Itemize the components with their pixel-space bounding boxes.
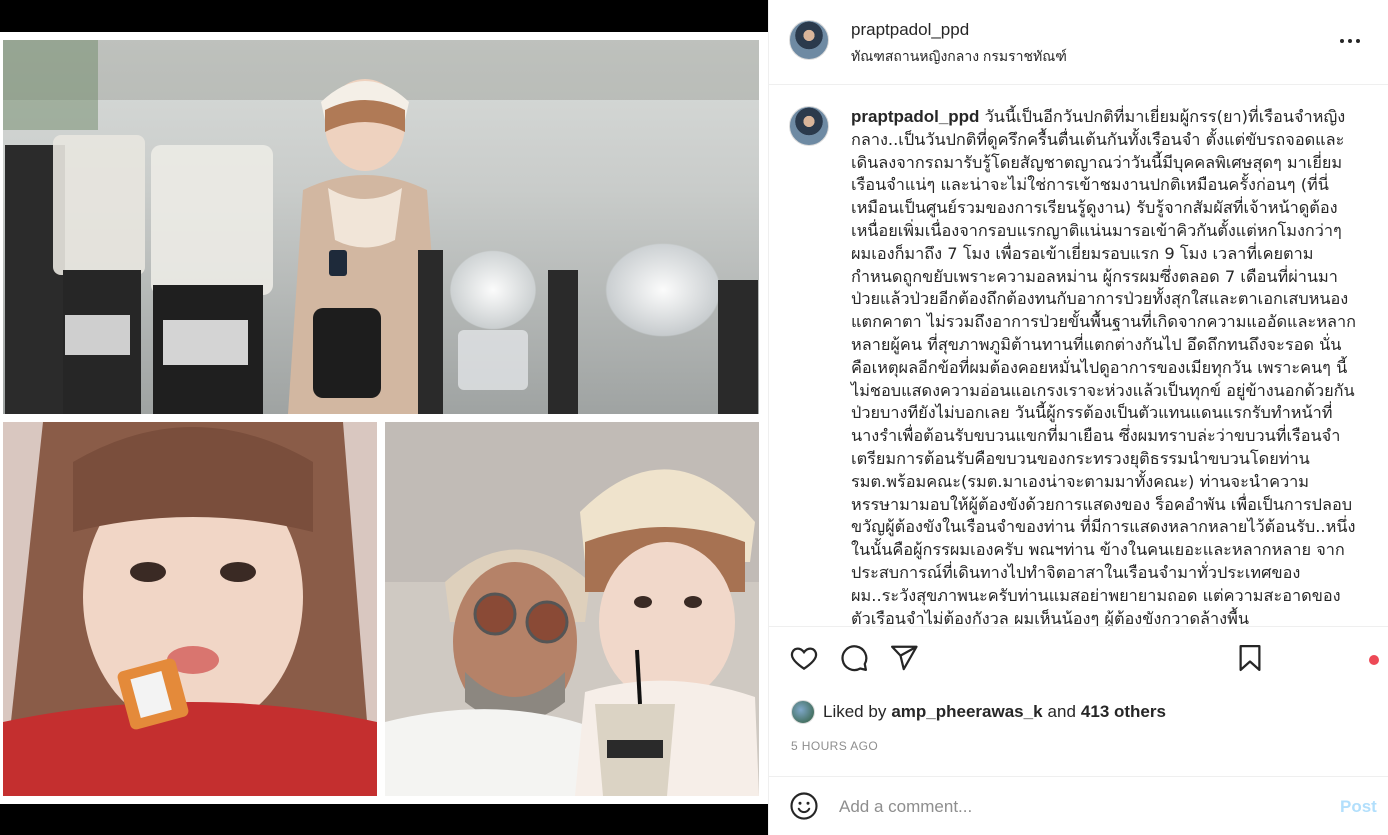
post-header: praptpadol_ppd ทัณฑสถานหญิงกลาง กรมราชทั… <box>769 0 1388 85</box>
selfie-illustration <box>3 422 377 796</box>
bookmark-icon <box>1239 645 1261 671</box>
like-button[interactable] <box>789 643 821 675</box>
caption-text: วันนี้เป็นอีกวันปกติที่มาเยี่ยมผู้กรร(ยา… <box>851 107 1356 626</box>
caption-username[interactable]: praptpadol_ppd <box>851 107 979 126</box>
heart-icon <box>790 647 818 670</box>
likes-summary[interactable]: Liked by amp_pheerawas_k and 413 others <box>791 699 1166 725</box>
cafe-photo <box>3 40 759 414</box>
share-icon <box>891 645 918 671</box>
post-comment-button[interactable]: Post <box>1340 797 1377 817</box>
author-avatar[interactable] <box>789 20 829 60</box>
author-username[interactable]: praptpadol_ppd <box>851 20 969 40</box>
liked-and-label: and <box>1047 702 1076 721</box>
post-location[interactable]: ทัณฑสถานหญิงกลาง กรมราชทัณฑ์ <box>851 46 1067 68</box>
liker-avatar <box>791 700 815 724</box>
couple-illustration <box>385 422 759 796</box>
photo-collage <box>0 32 768 804</box>
post-media[interactable] <box>0 0 768 835</box>
more-options-button[interactable] <box>1335 28 1365 54</box>
notification-dot <box>1369 655 1379 665</box>
cafe-illustration <box>3 40 759 414</box>
caption-text-block: praptpadol_ppd วันนี้เป็นอีกวันปกติที่มา… <box>851 106 1356 626</box>
caption-section[interactable]: praptpadol_ppd วันนี้เป็นอีกวันปกติที่มา… <box>769 86 1388 626</box>
comment-icon <box>841 645 868 672</box>
liker-username[interactable]: amp_pheerawas_k <box>891 702 1042 722</box>
emoji-button[interactable] <box>789 791 819 821</box>
liked-by-label: Liked by <box>823 702 887 721</box>
couple-photo <box>385 422 759 796</box>
comment-button[interactable] <box>839 643 871 675</box>
comment-input[interactable] <box>839 793 1309 821</box>
emoji-icon <box>790 792 818 820</box>
save-button[interactable] <box>1235 643 1267 675</box>
more-options-icon <box>1340 39 1344 43</box>
likes-others-count[interactable]: 413 others <box>1081 702 1166 722</box>
share-button[interactable] <box>889 643 921 675</box>
post-timestamp[interactable]: 5 HOURS AGO <box>791 739 878 753</box>
caption-author-avatar[interactable] <box>789 106 829 146</box>
post-side-panel: praptpadol_ppd ทัณฑสถานหญิงกลาง กรมราชทั… <box>768 0 1388 835</box>
selfie-photo <box>3 422 377 796</box>
comment-bar: Post <box>769 776 1388 835</box>
